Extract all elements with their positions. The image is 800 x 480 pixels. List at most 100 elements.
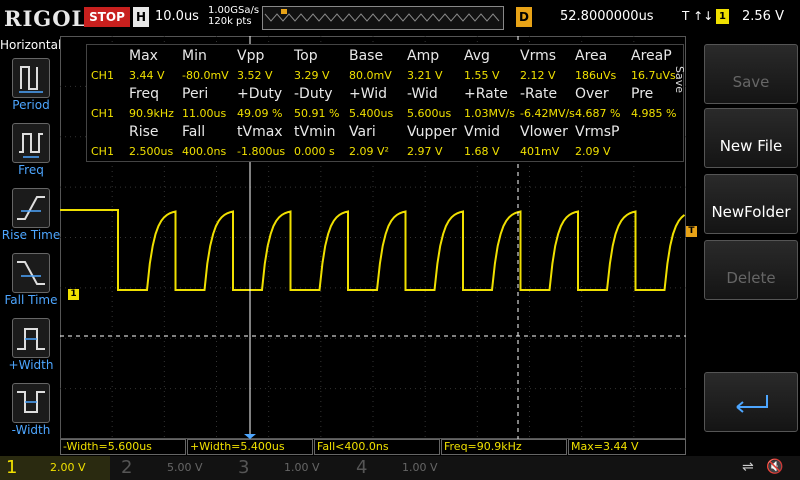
freq-label: Freq	[18, 163, 44, 177]
measurement-value: 5.400us	[349, 107, 394, 120]
measurement-name: Over	[575, 86, 609, 102]
measurement-name: VrmsP	[575, 124, 620, 140]
measurement-info-bar: -Width=5.600us +Width=5.400us Fall<400.0…	[60, 439, 686, 455]
period-button[interactable]	[12, 58, 50, 98]
ch1-number: 1	[6, 457, 18, 478]
measurement-name: Max	[129, 48, 158, 64]
ch3-tab[interactable]: 3 1.00 V	[232, 456, 344, 480]
delete-label: Delete	[726, 269, 776, 287]
info-freq: Freq=90.9kHz	[441, 439, 567, 455]
ch2-scale: 5.00 V	[167, 461, 203, 474]
save-button[interactable]: Save	[704, 44, 798, 104]
new-file-button[interactable]: New File	[704, 108, 798, 168]
measurement-value-row: CH1 3.44 V -80.0mV 3.52 V 3.29 V 80.0mV 3.21 V…	[87, 66, 683, 85]
freq-icon	[19, 133, 43, 158]
trigger-level-marker[interactable]: T	[686, 226, 697, 237]
measurement-name: Vrms	[520, 48, 557, 64]
memory-strip-svg	[264, 9, 500, 22]
save-button-label: Save	[732, 73, 770, 91]
period-icon	[19, 66, 43, 93]
measurement-value: 3.44 V	[129, 69, 165, 82]
neg-width-button[interactable]	[12, 383, 50, 423]
measurement-table: Max Min Vpp Top Base Amp Avg Vrms Area AreaP CH1 3.…	[86, 44, 684, 162]
measurement-header-row: Freq Peri +Duty -Duty +Wid -Wid +Rate -Rate Over…	[87, 85, 683, 104]
memory-waveform-strip[interactable]	[262, 6, 504, 30]
measurement-channel-label: CH1	[91, 107, 114, 120]
measurement-value: 2.09 V²	[349, 145, 389, 158]
measurement-name: Vpp	[237, 48, 265, 64]
measurement-name: Pre	[631, 86, 654, 102]
return-button[interactable]	[704, 372, 798, 432]
run-stop-indicator[interactable]: STOP	[84, 7, 130, 27]
rise-time-icon	[17, 196, 45, 220]
measurement-name: Area	[575, 48, 608, 64]
new-file-label: New File	[719, 137, 783, 155]
return-arrow-icon	[736, 395, 768, 413]
measurement-channel-label: CH1	[91, 145, 114, 158]
usb-icon: ⇌	[742, 459, 754, 475]
measurement-name: +Duty	[237, 86, 283, 102]
measurement-name: +Wid	[349, 86, 388, 102]
rise-time-button[interactable]	[12, 188, 50, 228]
measurement-name: Top	[294, 48, 318, 64]
new-folder-label: NewFolder	[711, 203, 791, 221]
right-panel-title: Save	[673, 66, 686, 94]
measurement-value: 401mV	[520, 145, 560, 158]
freq-button[interactable]	[12, 123, 50, 163]
measurement-name: Vmid	[464, 124, 500, 140]
fall-time-label: Fall Time	[4, 293, 58, 307]
measurement-name: Peri	[182, 86, 209, 102]
trigger-label: T	[682, 9, 690, 23]
measurement-value: 1.68 V	[464, 145, 500, 158]
ch4-tab[interactable]: 4 1.00 V	[350, 456, 462, 480]
sample-rate: 1.00GSa/s	[208, 5, 260, 16]
measurement-value: 80.0mV	[349, 69, 392, 82]
fall-time-button[interactable]	[12, 253, 50, 293]
memory-depth: 120k pts	[208, 16, 252, 27]
delete-button[interactable]: Delete	[704, 240, 798, 300]
ch4-scale: 1.00 V	[402, 461, 438, 474]
info-fall: Fall<400.0ns	[314, 439, 440, 455]
ch1-tab[interactable]: 1 2.00 V	[0, 456, 110, 480]
trigger-info: T ↑↓	[682, 9, 713, 23]
measurement-name: tVmin	[294, 124, 336, 140]
fall-time-icon	[17, 261, 45, 285]
measurement-name: +Rate	[464, 86, 508, 102]
ch1-waveform-trace	[60, 209, 686, 291]
measurement-channel-label: CH1	[91, 69, 114, 82]
new-folder-button[interactable]: NewFolder	[704, 174, 798, 234]
measurement-name: Vlower	[520, 124, 568, 140]
speaker-muted-icon[interactable]: 🔇	[766, 459, 783, 475]
measurement-value: 11.00us	[182, 107, 227, 120]
pos-width-label: +Width	[8, 358, 54, 372]
trigger-level[interactable]: 2.56 V	[742, 9, 784, 24]
measurement-value: 90.9kHz	[129, 107, 174, 120]
measurement-value: 400.0ns	[182, 145, 227, 158]
pos-width-button[interactable]	[12, 318, 50, 358]
timebase-value[interactable]: 10.0us	[155, 9, 199, 24]
left-panel-title: Horizontal	[0, 38, 62, 52]
rise-time-label: Rise Time	[1, 228, 61, 242]
ch2-number: 2	[121, 457, 133, 478]
info-pos-width: +Width=5.400us	[187, 439, 313, 455]
measurement-value: -1.800us	[237, 145, 286, 158]
channel-status-bar: 1 2.00 V 2 5.00 V 3 1.00 V 4 1.00 V ⇌ 🔇	[0, 456, 800, 480]
rigol-logo: RIGOL	[4, 6, 88, 31]
ch1-scale: 2.00 V	[50, 461, 86, 474]
ch1-offset-marker[interactable]: 1	[68, 289, 79, 300]
measurement-value: 1.03MV/s	[464, 107, 515, 120]
measurement-header-row: Rise Fall tVmax tVmin Vari Vupper Vmid Vlower Vr…	[87, 123, 683, 142]
measurement-value: 3.29 V	[294, 69, 330, 82]
measurement-name: Freq	[129, 86, 159, 102]
memory-position-marker	[281, 9, 287, 14]
neg-width-icon	[17, 391, 45, 413]
measurement-name: -Rate	[520, 86, 558, 102]
measurement-value-row: CH1 2.500us 400.0ns -1.800us 0.000 s 2.09 V² 2…	[87, 142, 683, 161]
ch2-tab[interactable]: 2 5.00 V	[115, 456, 227, 480]
measurement-value: 2.09 V	[575, 145, 611, 158]
measurement-value: 2.12 V	[520, 69, 556, 82]
delay-value[interactable]: 52.8000000us	[560, 9, 654, 24]
measurement-value-row: CH1 90.9kHz 11.00us 49.09 % 50.91 % 5.400us 5.…	[87, 104, 683, 123]
trigger-edge-icon: ↑↓	[693, 9, 714, 23]
measurement-name: AreaP	[631, 48, 672, 64]
